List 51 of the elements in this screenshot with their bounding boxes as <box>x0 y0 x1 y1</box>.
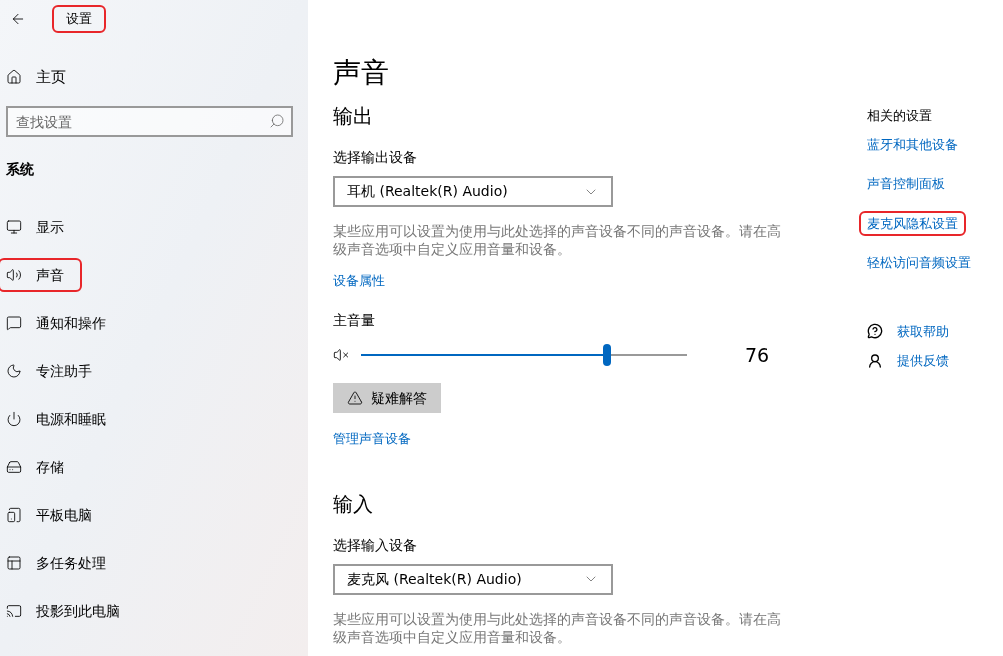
window-title: 设置 <box>54 7 104 31</box>
sidebar-item[interactable]: 存储 <box>0 452 80 482</box>
warning-icon <box>347 390 363 406</box>
related-heading: 相关的设置 <box>867 107 933 125</box>
volume-value: 76 <box>745 342 770 368</box>
section-heading: 系统 <box>6 160 35 179</box>
home-nav-item[interactable]: 主页 <box>6 58 302 96</box>
home-icon <box>6 69 22 85</box>
page-title: 声音 <box>333 55 390 91</box>
sidebar-item[interactable]: 多任务处理 <box>0 548 122 578</box>
field-label: 选择输入设备 <box>333 535 418 555</box>
sidebar-item[interactable]: 投影到此电脑 <box>0 596 136 626</box>
speaker-icon <box>6 267 22 283</box>
sidebar-item[interactable]: 平板电脑 <box>0 500 108 530</box>
moon-icon <box>6 363 22 379</box>
device-properties-link[interactable]: 设备属性 <box>333 271 385 291</box>
sidebar-item[interactable]: 专注助手 <box>0 356 108 386</box>
slider-thumb[interactable] <box>603 343 612 366</box>
help-link[interactable]: 获取帮助 <box>867 321 977 341</box>
sidebar-item[interactable]: 电源和睡眠 <box>0 404 122 434</box>
monitor-icon <box>6 219 22 235</box>
speech-bubble-icon <box>6 315 22 331</box>
section-heading: 输入 <box>333 490 374 518</box>
volume-slider[interactable] <box>361 343 687 366</box>
device-dropdown[interactable]: 麦克风 (Realtek(R) Audio) <box>333 563 613 595</box>
section-heading: 输出 <box>333 103 374 130</box>
sidebar-item[interactable]: 显示 <box>0 212 80 242</box>
field-label: 选择输出设备 <box>333 148 418 167</box>
sidebar-item[interactable]: 通知和操作 <box>0 308 122 338</box>
related-link[interactable]: 轻松访问音频设置 <box>861 252 977 274</box>
windows-icon <box>6 555 22 571</box>
device-dropdown[interactable]: 耳机 (Realtek(R) Audio) <box>333 176 613 207</box>
description-text: 某些应用可以设置为使用与此处选择的声音设备不同的声音设备。请在高级声音选项中自定义应用音量和设备。 <box>333 609 782 646</box>
sidebar-item[interactable]: 声音 <box>0 260 80 290</box>
related-link[interactable]: 蓝牙和其他设备 <box>861 133 964 155</box>
question-bubble-icon <box>867 323 883 340</box>
cast-icon <box>6 603 22 619</box>
description-text: 某些应用可以设置为使用与此处选择的声音设备不同的声音设备。请在高级声音选项中自定义应用音量和设备。 <box>333 222 782 258</box>
person-icon <box>867 352 883 369</box>
help-link[interactable]: 提供反馈 <box>867 351 977 371</box>
power-icon <box>6 411 22 427</box>
manage-devices-link[interactable]: 管理声音设备 <box>333 429 411 449</box>
tablet-icon <box>6 507 22 523</box>
search-icon <box>269 113 285 129</box>
drive-icon <box>6 459 22 475</box>
search-field[interactable]: 查找设置 <box>6 106 293 137</box>
troubleshoot-button[interactable]: 疑难解答 <box>333 383 441 413</box>
related-link[interactable]: 声音控制面板 <box>861 173 951 195</box>
field-label: 主音量 <box>333 310 376 330</box>
related-link[interactable]: 麦克风隐私设置 <box>861 212 964 234</box>
muted-speaker-icon <box>333 346 349 363</box>
